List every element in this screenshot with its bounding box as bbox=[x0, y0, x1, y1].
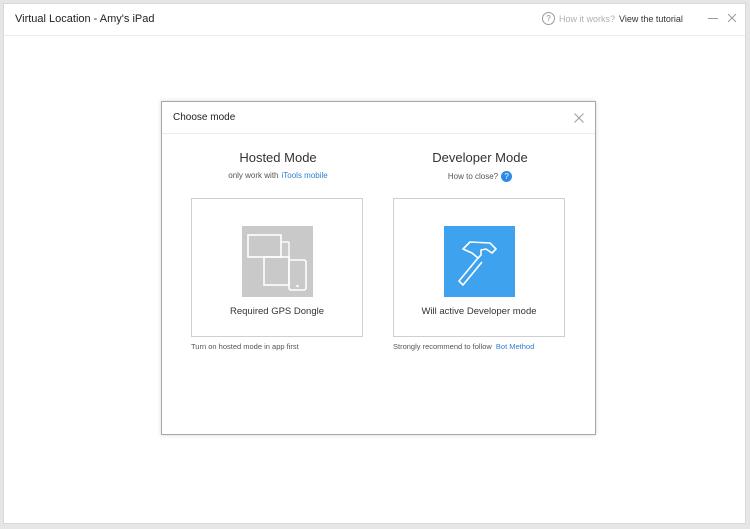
close-icon[interactable] bbox=[725, 11, 739, 25]
developer-mode-note: Strongly recommend to follow Bot Method bbox=[393, 342, 534, 351]
minimize-icon[interactable] bbox=[706, 11, 720, 25]
dialog-close-icon[interactable] bbox=[573, 112, 585, 124]
help-area: ? How it works? View the tutorial bbox=[542, 12, 683, 25]
help-icon[interactable]: ? bbox=[542, 12, 555, 25]
hammer-icon bbox=[444, 226, 515, 297]
question-badge-icon[interactable]: ? bbox=[501, 171, 513, 182]
developer-mode-heading: Developer Mode How to close? ? bbox=[380, 150, 580, 182]
window-title: Virtual Location - Amy's iPad bbox=[15, 13, 155, 25]
dialog-header: Choose mode bbox=[162, 102, 595, 134]
hosted-card-label: Required GPS Dongle bbox=[230, 306, 324, 317]
developer-mode-subtitle: How to close? ? bbox=[380, 171, 580, 182]
hosted-mode-title: Hosted Mode bbox=[239, 150, 317, 165]
hosted-mode-note: Turn on hosted mode in app first bbox=[191, 342, 299, 351]
title-bar: Virtual Location - Amy's iPad ? How it w… bbox=[4, 4, 745, 36]
hosted-mode-subtitle: only work with iTools mobile bbox=[178, 171, 378, 180]
dialog-title: Choose mode bbox=[173, 112, 236, 123]
devices-icon bbox=[242, 226, 313, 297]
developer-mode-title: Developer Mode bbox=[432, 150, 528, 165]
bot-method-link[interactable]: Bot Method bbox=[496, 342, 534, 351]
developer-card-label: Will active Developer mode bbox=[421, 306, 537, 317]
developer-note-text: Strongly recommend to follow bbox=[393, 342, 492, 351]
view-tutorial-link[interactable]: View the tutorial bbox=[619, 14, 683, 24]
app-window: Virtual Location - Amy's iPad ? How it w… bbox=[3, 3, 746, 524]
hosted-mode-heading: Hosted Mode only work with iTools mobile bbox=[178, 150, 378, 180]
hosted-mode-card[interactable]: Required GPS Dongle bbox=[191, 198, 363, 337]
choose-mode-dialog: Choose mode Hosted Mode only work with i… bbox=[161, 101, 596, 435]
how-it-works-link[interactable]: How it works? bbox=[559, 14, 615, 24]
itools-mobile-link[interactable]: iTools mobile bbox=[282, 171, 328, 180]
developer-mode-card[interactable]: Will active Developer mode bbox=[393, 198, 565, 337]
hosted-subtitle-text: only work with bbox=[228, 171, 279, 180]
how-to-close-text: How to close? bbox=[447, 172, 499, 181]
